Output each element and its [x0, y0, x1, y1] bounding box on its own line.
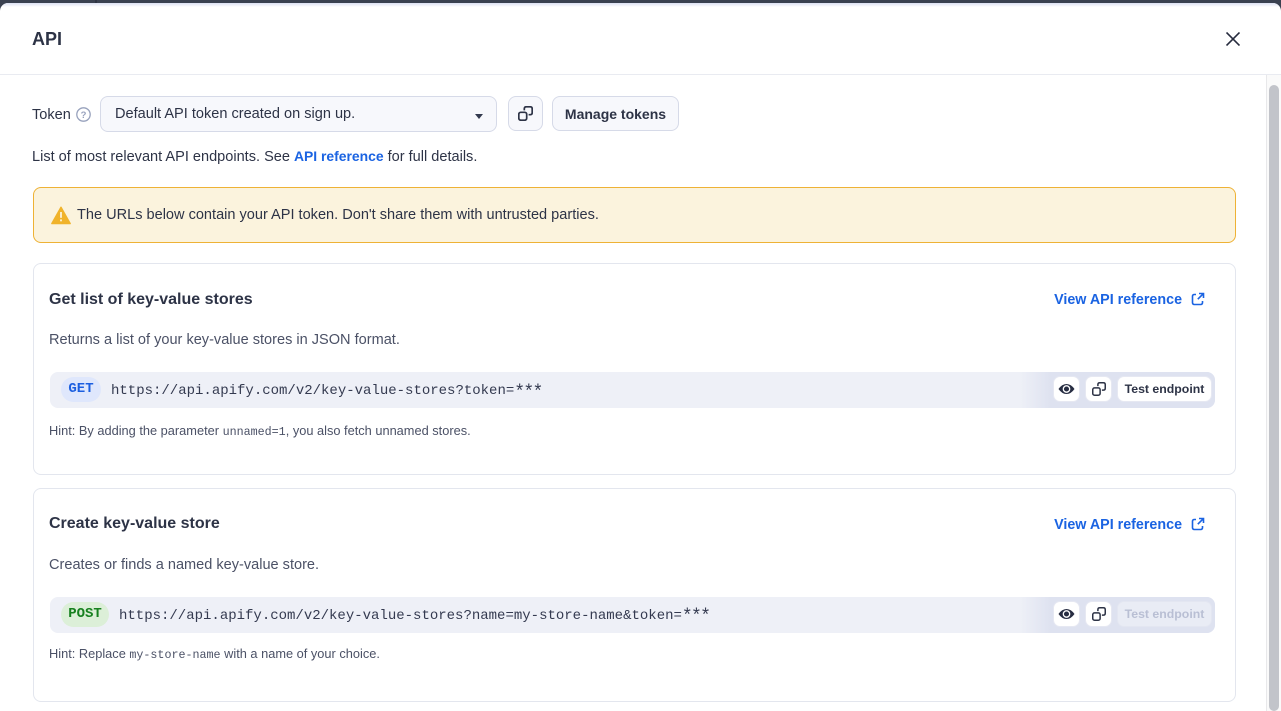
svg-text:?: ? [81, 110, 87, 121]
